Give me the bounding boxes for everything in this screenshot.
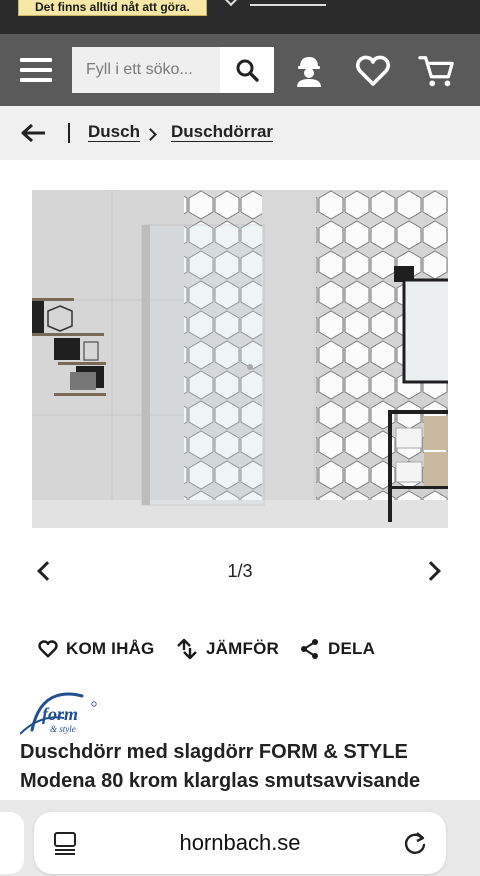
svg-text:& style: & style xyxy=(50,724,76,734)
back-arrow-icon[interactable] xyxy=(20,123,46,143)
breadcrumb-divider xyxy=(68,123,70,143)
share-label: DELA xyxy=(328,639,376,658)
remember-button[interactable]: KOM IHÅG xyxy=(38,634,154,664)
search-icon xyxy=(236,59,259,82)
gallery-navigation: 1/3 xyxy=(0,556,480,590)
svg-text:form: form xyxy=(42,704,78,724)
product-image[interactable] xyxy=(32,190,448,528)
browser-address-bar: hornbach.se xyxy=(0,800,480,876)
cart-button[interactable] xyxy=(418,52,456,90)
brand-logo[interactable]: form & style xyxy=(20,690,102,738)
previous-tab-stub[interactable] xyxy=(0,812,24,874)
search-button[interactable] xyxy=(220,47,274,93)
gallery-counter: 1/3 xyxy=(227,561,253,581)
breadcrumb: Dusch Duschdörrar xyxy=(0,106,480,160)
cart-icon xyxy=(418,56,454,87)
heart-icon xyxy=(355,55,391,86)
promo-banner: Det finns alltid nåt att göra. xyxy=(0,0,480,34)
promo-divider xyxy=(250,4,326,6)
compare-label: JÄMFÖR xyxy=(206,639,279,658)
share-button[interactable]: DELA xyxy=(300,634,375,664)
url-field[interactable]: hornbach.se xyxy=(34,812,446,874)
chevron-right-icon xyxy=(144,128,157,141)
site-header xyxy=(0,34,480,106)
product-actions: KOM IHÅG JÄMFÖR DELA xyxy=(0,634,480,664)
breadcrumb-link-dusch[interactable]: Dusch xyxy=(88,122,140,142)
reload-icon[interactable] xyxy=(401,829,429,857)
url-text: hornbach.se xyxy=(179,830,301,855)
share-icon xyxy=(301,639,318,659)
promo-badge[interactable]: Det finns alltid nåt att göra. xyxy=(18,0,207,16)
account-button[interactable] xyxy=(290,52,328,90)
product-title: Duschdörr med slagdörr FORM & STYLE Mode… xyxy=(20,741,421,792)
compare-icon xyxy=(177,638,197,660)
account-icon xyxy=(297,57,321,87)
remember-label: KOM IHÅG xyxy=(66,639,155,658)
chevron-down-icon[interactable] xyxy=(223,0,239,7)
breadcrumb-link-duschdorrar[interactable]: Duschdörrar xyxy=(171,122,273,142)
heart-icon xyxy=(38,640,58,658)
wishlist-button[interactable] xyxy=(354,52,392,90)
menu-icon[interactable] xyxy=(20,58,52,82)
search-bar xyxy=(72,47,274,93)
promo-text: Det finns alltid nåt att göra. xyxy=(35,0,190,14)
compare-button[interactable]: JÄMFÖR xyxy=(176,634,279,664)
search-input[interactable] xyxy=(72,47,220,93)
